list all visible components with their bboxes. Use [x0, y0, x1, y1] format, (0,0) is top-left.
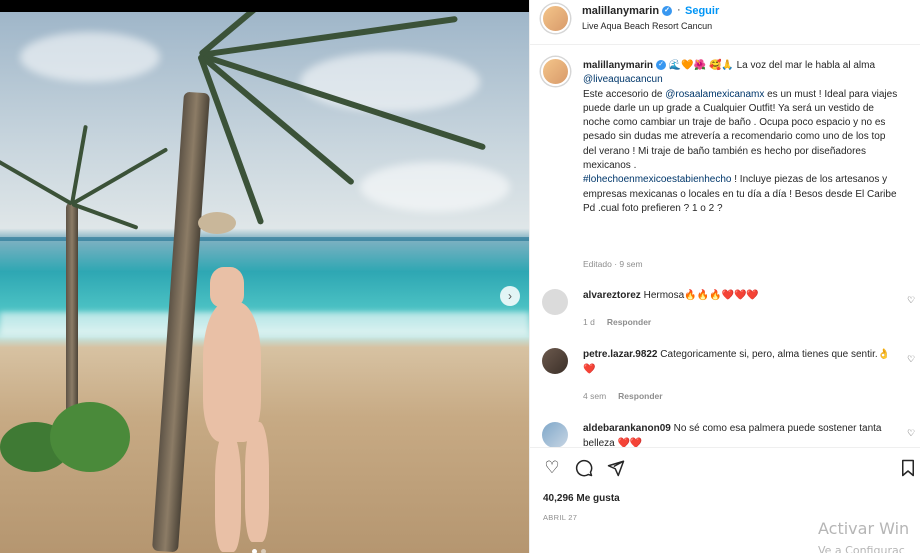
- mention-link[interactable]: @rosaalamexicanamx: [665, 89, 764, 100]
- reply-button[interactable]: Responder: [607, 317, 651, 327]
- comment-username[interactable]: petre.lazar.9822: [583, 349, 658, 360]
- post-detail-panel: malillanymarin ✓ · Seguir Live Aqua Beach…: [529, 0, 920, 553]
- header-user[interactable]: malillanymarin ✓: [582, 5, 673, 17]
- verified-badge-icon: ✓: [656, 60, 667, 71]
- palm-frond: [71, 202, 139, 230]
- heart-icon[interactable]: ♡: [907, 354, 915, 365]
- heart-icon[interactable]: ♡: [542, 458, 562, 478]
- palm-trunk: [66, 202, 78, 422]
- person-head: [210, 267, 244, 307]
- watermark-line1: Activar Win: [818, 519, 910, 538]
- comment-username[interactable]: alvareztorez: [583, 290, 641, 301]
- bookmark-icon[interactable]: [898, 458, 918, 478]
- cloud: [20, 32, 160, 82]
- avatar[interactable]: [541, 57, 570, 86]
- palm-frond: [0, 157, 73, 206]
- palm-frond: [70, 124, 88, 205]
- carousel-dot-active: [252, 549, 257, 553]
- comment-username[interactable]: aldebarankanon09: [583, 423, 671, 434]
- palm-frond: [71, 147, 169, 206]
- heart-icon[interactable]: ♡: [907, 428, 915, 439]
- bush: [50, 402, 130, 472]
- comment-meta: 4 sem Responder: [583, 391, 663, 401]
- person-body: [203, 302, 261, 442]
- reply-button[interactable]: Responder: [618, 391, 662, 401]
- comment-meta: 1 d Responder: [583, 317, 651, 327]
- likes-count[interactable]: 40,296 Me gusta: [543, 493, 620, 504]
- avatar[interactable]: [542, 348, 568, 374]
- horizon: [0, 237, 529, 241]
- share-icon[interactable]: [606, 458, 626, 478]
- comment-text: alvareztorez Hermosa🔥🔥🔥❤️❤️❤️: [583, 289, 901, 304]
- avatar[interactable]: [542, 422, 568, 448]
- avatar[interactable]: [541, 4, 570, 33]
- username[interactable]: malillanymarin: [582, 5, 659, 17]
- caption-username[interactable]: malillanymarin: [583, 60, 653, 71]
- post-image[interactable]: ›: [0, 12, 529, 553]
- carousel-dots: [252, 549, 266, 553]
- caption-body3: Pd .cual foto prefieren ? 1 o 2 ?: [583, 202, 723, 214]
- hat: [198, 212, 236, 234]
- carousel-dot: [261, 549, 266, 553]
- location-link[interactable]: Live Aqua Beach Resort Cancun: [582, 21, 712, 31]
- avatar[interactable]: [542, 289, 568, 315]
- wave-foam: [0, 312, 529, 336]
- caption-line1: 🌊🧡🌺 🥰🙏 La voz del mar le habla al alma: [668, 60, 876, 71]
- post-header: malillanymarin ✓ · Seguir Live Aqua Beach…: [530, 0, 920, 45]
- next-image-button[interactable]: ›: [500, 286, 520, 306]
- cloud: [300, 52, 480, 112]
- hashtag-link[interactable]: #lohechoenmexicoestabienhecho: [583, 174, 731, 185]
- person-leg: [245, 422, 269, 542]
- watermark-line2: Ve a Configurac: [818, 544, 905, 553]
- separator-dot: ·: [677, 4, 681, 16]
- follow-button[interactable]: Seguir: [685, 5, 719, 17]
- caption-text: malillanymarin ✓ 🌊🧡🌺 🥰🙏 La voz del mar le…: [583, 59, 901, 216]
- comment-time: 1 d: [583, 317, 595, 327]
- post-date[interactable]: ABRIL 27: [543, 513, 577, 522]
- person-leg: [215, 432, 241, 552]
- comment-text: petre.lazar.9822 Categoricamente si, per…: [583, 348, 901, 377]
- action-icons: ♡: [542, 458, 626, 478]
- windows-activation-watermark: Activar Win Ve a Configurac: [818, 518, 909, 553]
- comment-time: 4 sem: [583, 391, 607, 401]
- comment-icon[interactable]: [574, 458, 594, 478]
- chevron-right-icon: ›: [508, 289, 512, 303]
- comment-body: Hermosa🔥🔥🔥❤️❤️❤️: [643, 290, 759, 301]
- verified-badge-icon: ✓: [662, 6, 673, 17]
- mention-link[interactable]: @liveaquacancun: [583, 74, 663, 85]
- caption-meta: Editado · 9 sem: [583, 259, 643, 269]
- caption-body-pre: Este accesorio de: [583, 88, 666, 100]
- caption-body-post: es un must ! Ideal para viajes puede dar…: [583, 88, 898, 172]
- heart-icon[interactable]: ♡: [907, 295, 915, 306]
- cloud: [360, 162, 510, 212]
